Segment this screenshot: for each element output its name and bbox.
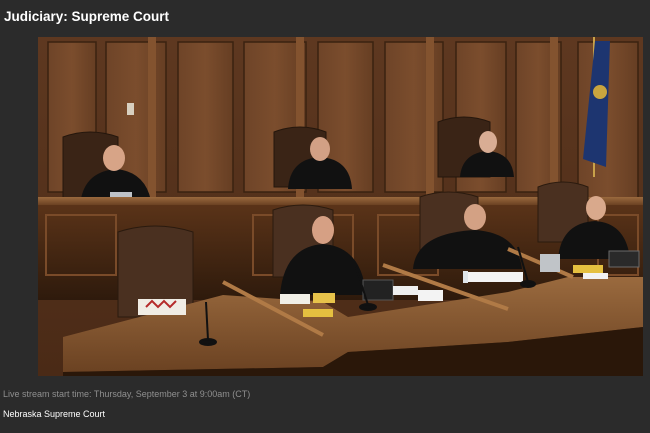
stream-subtitle: Nebraska Supreme Court bbox=[3, 409, 106, 419]
stream-start-time: Live stream start time: Thursday, Septem… bbox=[3, 389, 251, 399]
video-player[interactable]: n e t bbox=[38, 37, 643, 376]
page-title: Judiciary: Supreme Court bbox=[4, 9, 170, 24]
courtroom-video-frame bbox=[38, 37, 643, 376]
